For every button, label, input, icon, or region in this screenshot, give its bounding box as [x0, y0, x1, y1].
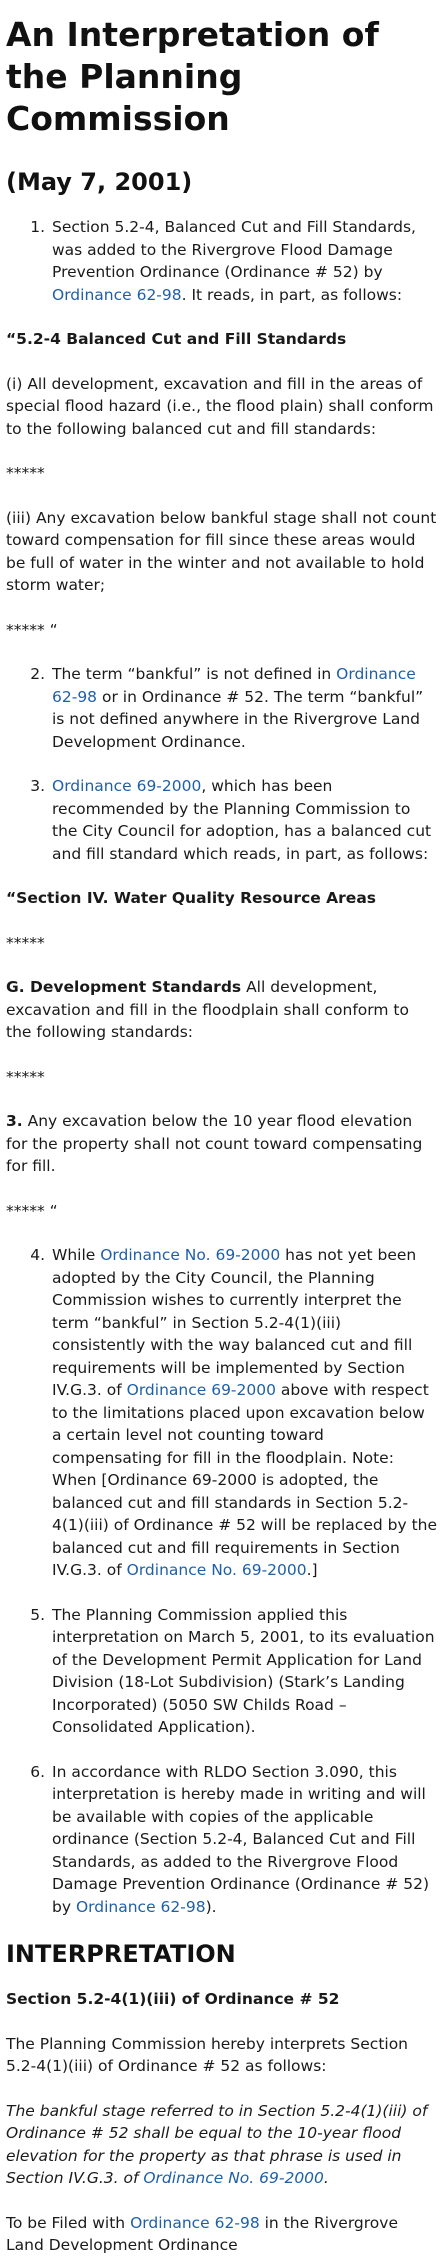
list-item-6: In accordance with RLDO Section 3.090, t… [50, 1761, 438, 1919]
interpretation-statement: The bankful stage referred to in Section… [6, 2101, 428, 2188]
interpretation-heading: INTERPRETATION [6, 1940, 236, 1968]
list-item-1: Section 5.2-4, Balanced Cut and Fill Sta… [50, 216, 438, 306]
filing-note: To be Filed with Ordinance 62-98 in the … [6, 2213, 398, 2255]
numbered-list-3: While Ordinance No. 69-2000 has not yet … [6, 1244, 438, 1918]
quote-separator: ***** [6, 933, 45, 952]
ordinance-62-98-link[interactable]: Ordinance 62-98 [52, 286, 182, 304]
quote-separator-end: ***** “ [6, 1201, 58, 1220]
ordinance-69-2000-link[interactable]: Ordinance 69-2000 [52, 777, 201, 795]
list-item-4: While Ordinance No. 69-2000 has not yet … [50, 1244, 438, 1582]
quote-heading: “Section IV. Water Quality Resource Area… [6, 889, 377, 907]
quote-heading: “5.2-4 Balanced Cut and Fill Standards [6, 330, 347, 348]
quote-separator: ***** [6, 464, 45, 482]
quote-paragraph-iii: (iii) Any excavation below bankful stage… [6, 508, 437, 595]
numbered-list-2: The term “bankful” is not defined in Ord… [6, 663, 438, 865]
ordinance-69-2000-link[interactable]: Ordinance 69-2000 [127, 1381, 276, 1399]
ordinance-69-2000-link[interactable]: Ordinance No. 69-2000 [143, 2169, 324, 2187]
quote-separator-end: ***** “ [6, 620, 58, 639]
list-item-5: The Planning Commission applied this int… [50, 1604, 438, 1739]
list-item-2: The term “bankful” is not defined in Ord… [50, 663, 438, 753]
quote-separator: ***** [6, 1067, 45, 1086]
ordinance-69-2000-link[interactable]: Ordinance No. 69-2000 [127, 1561, 307, 1579]
ordinance-62-98-link[interactable]: Ordinance 62-98 [130, 2214, 260, 2232]
interpretation-subheading: Section 5.2-4(1)(iii) of Ordinance # 52 [6, 1990, 340, 2008]
list-item-3: Ordinance 69-2000, which has been recomm… [50, 775, 438, 865]
ordinance-69-2000-link[interactable]: Ordinance No. 69-2000 [100, 1246, 280, 1264]
document-page: An Interpretation of the Planning Commis… [0, 14, 444, 2257]
interpretation-intro: The Planning Commission hereby interpret… [6, 2034, 409, 2076]
page-title: An Interpretation of the Planning Commis… [6, 15, 379, 138]
quote-paragraph-g: G. Development Standards All development… [6, 978, 409, 1041]
quote-paragraph-3: 3. Any excavation below the 10 year floo… [6, 1112, 423, 1175]
numbered-list-1: Section 5.2-4, Balanced Cut and Fill Sta… [6, 216, 438, 306]
page-date: (May 7, 2001) [6, 168, 193, 196]
quote-paragraph-i: (i) All development, excavation and fill… [6, 374, 434, 438]
ordinance-62-98-link[interactable]: Ordinance 62-98 [76, 1898, 206, 1916]
